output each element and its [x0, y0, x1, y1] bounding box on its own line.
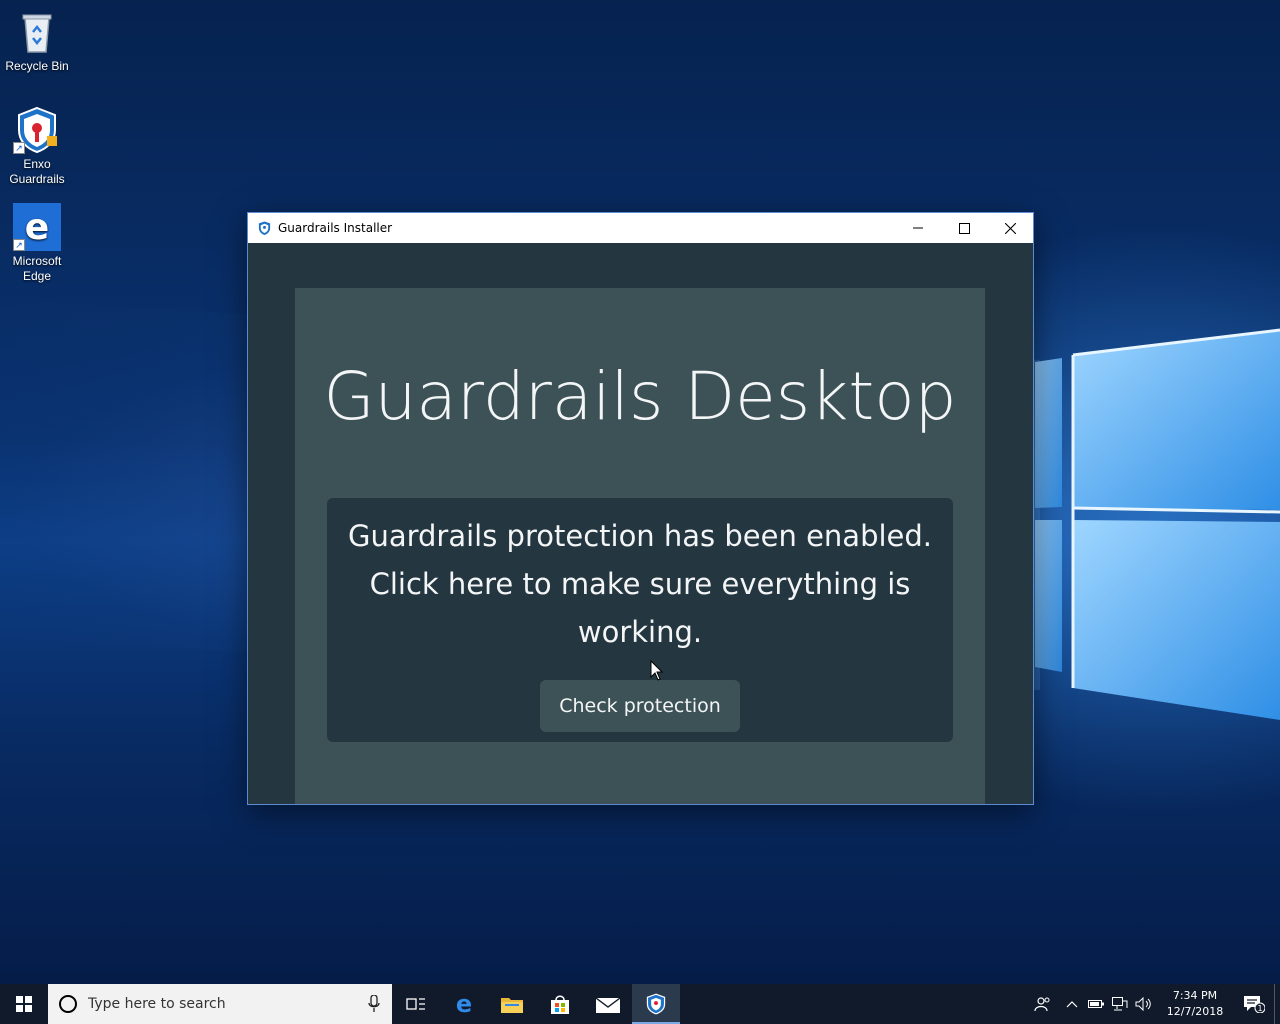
recycle-bin-icon [13, 8, 61, 56]
mouse-cursor-icon [650, 660, 664, 681]
minimize-icon [913, 227, 923, 229]
shortcut-arrow-icon: ↗ [13, 239, 25, 251]
microphone-icon[interactable] [368, 995, 380, 1013]
network-icon [1112, 997, 1128, 1011]
desktop-icon-label: Recycle Bin [5, 59, 69, 73]
edge-icon: e [456, 993, 472, 1015]
maximize-button[interactable] [941, 213, 987, 243]
svg-text:e: e [25, 207, 49, 248]
notification-count: 1 [1257, 1004, 1262, 1013]
taskbar-guardrails-button[interactable] [632, 984, 680, 1024]
desktop-icon-enxo-guardrails[interactable]: ↗ Enxo Guardrails [0, 106, 74, 187]
message-card: Guardrails protection has been enabled. … [327, 498, 953, 742]
installer-window: Guardrails Installer Guardrails Desktop … [248, 213, 1033, 804]
taskbar-file-explorer-button[interactable] [488, 984, 536, 1024]
window-titlebar[interactable]: Guardrails Installer [248, 213, 1033, 243]
chevron-up-icon [1066, 1001, 1078, 1008]
clock-time: 7:34 PM [1172, 989, 1218, 1002]
show-desktop-button[interactable] [1274, 984, 1280, 1024]
app-title: Guardrails Desktop [323, 358, 957, 435]
close-icon [1004, 222, 1016, 234]
check-protection-button[interactable]: Check protection [540, 680, 740, 732]
shortcut-arrow-icon: ↗ [13, 142, 25, 154]
people-button[interactable] [1026, 984, 1060, 1024]
task-view-icon [406, 998, 425, 1010]
start-button[interactable] [0, 984, 48, 1024]
guardrails-shield-icon [258, 221, 271, 236]
file-explorer-icon [501, 998, 523, 1013]
desktop-icon-microsoft-edge[interactable]: e ↗ Microsoft Edge [0, 203, 74, 284]
desktop-icon-label: Enxo Guardrails [9, 157, 65, 186]
taskbar-mail-button[interactable] [584, 984, 632, 1024]
windows-logo-icon [16, 996, 32, 1012]
minimize-button[interactable] [895, 213, 941, 243]
store-icon [551, 995, 569, 1014]
network-button[interactable] [1108, 984, 1132, 1024]
cortana-icon [59, 995, 77, 1013]
taskbar-clock[interactable]: 7:34 PM 12/7/2018 [1156, 988, 1234, 1020]
action-center-button[interactable]: 1 [1234, 984, 1274, 1024]
taskbar-store-button[interactable] [536, 984, 584, 1024]
status-message[interactable]: Guardrails protection has been enabled. … [347, 512, 933, 656]
content-panel: Guardrails Desktop Guardrails protection… [295, 288, 985, 804]
notification-icon: 1 [1244, 996, 1265, 1013]
close-button[interactable] [987, 213, 1033, 243]
battery-button[interactable] [1084, 984, 1108, 1024]
guardrails-shield-icon [646, 993, 666, 1015]
window-title: Guardrails Installer [278, 221, 393, 235]
search-placeholder: Type here to search [88, 996, 226, 1012]
task-view-button[interactable] [392, 984, 440, 1024]
taskbar-search-box[interactable]: Type here to search [48, 984, 392, 1024]
taskbar-edge-button[interactable]: e [440, 984, 488, 1024]
edge-icon: e ↗ [13, 203, 61, 251]
volume-button[interactable] [1132, 984, 1156, 1024]
maximize-icon [958, 222, 970, 234]
guardrails-shield-icon: ↗ [13, 106, 61, 154]
battery-icon [1088, 1000, 1104, 1008]
taskbar: Type here to search e 7:34 PM 12/7/2018 … [0, 984, 1280, 1024]
volume-icon [1135, 997, 1151, 1011]
show-hidden-icons-button[interactable] [1060, 984, 1084, 1024]
clock-date: 12/7/2018 [1166, 1005, 1224, 1018]
system-tray: 7:34 PM 12/7/2018 1 [1026, 984, 1280, 1024]
desktop-icon-label: Microsoft Edge [12, 254, 62, 283]
desktop-icon-recycle-bin[interactable]: Recycle Bin [0, 8, 74, 74]
mail-icon [596, 997, 620, 1013]
svg-text:e: e [456, 993, 472, 1015]
people-icon [1034, 997, 1050, 1012]
